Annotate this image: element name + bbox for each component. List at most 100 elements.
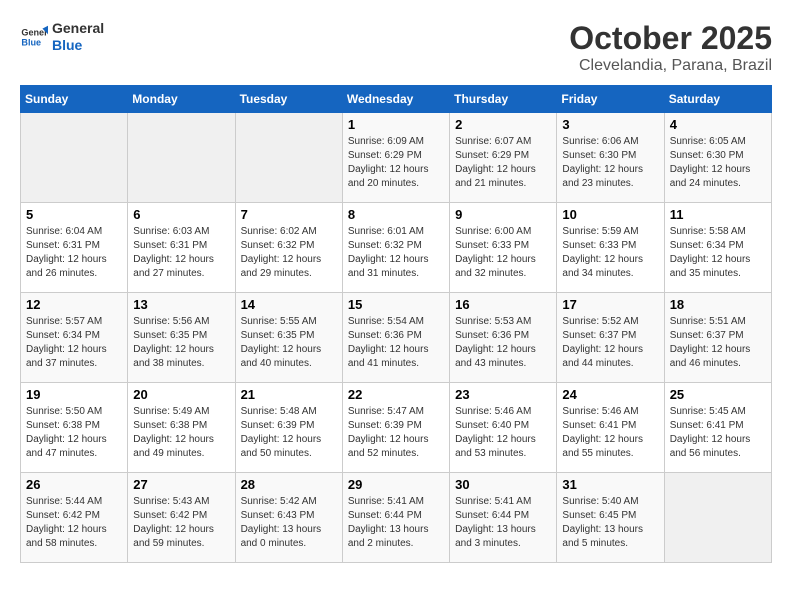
day-info: Sunrise: 6:04 AM Sunset: 6:31 PM Dayligh…: [26, 225, 122, 281]
day-info: Sunrise: 5:43 AM Sunset: 6:42 PM Dayligh…: [133, 495, 229, 551]
day-info: Sunrise: 5:53 AM Sunset: 6:36 PM Dayligh…: [455, 315, 551, 371]
calendar-cell: 7Sunrise: 6:02 AM Sunset: 6:32 PM Daylig…: [235, 203, 342, 293]
calendar-cell: [21, 113, 128, 203]
calendar-cell: [128, 113, 235, 203]
calendar-cell: 10 Sunrise: 5:59 AM Sunset: 6:33 PM Dayli…: [557, 203, 664, 293]
calendar-cell: 8Sunrise: 6:01 AM Sunset: 6:32 PM Daylig…: [342, 203, 449, 293]
calendar-cell: 28 Sunrise: 5:42 AM Sunset: 6:43 PM Dayli…: [235, 473, 342, 563]
calendar-cell: 2Sunrise: 6:07 AM Sunset: 6:29 PM Daylig…: [450, 113, 557, 203]
day-number: 7: [241, 207, 337, 222]
logo-text-general: General: [52, 20, 104, 37]
day-info: Sunrise: 5:56 AM Sunset: 6:35 PM Dayligh…: [133, 315, 229, 371]
weekday-header-sunday: Sunday: [21, 86, 128, 113]
calendar-cell: [235, 113, 342, 203]
day-info: Sunrise: 5:58 AM Sunset: 6:34 PM Dayligh…: [670, 225, 766, 281]
calendar-cell: 26 Sunrise: 5:44 AM Sunset: 6:42 PM Dayli…: [21, 473, 128, 563]
day-info: Sunrise: 5:48 AM Sunset: 6:39 PM Dayligh…: [241, 405, 337, 461]
day-number: 27: [133, 477, 229, 492]
day-number: 6: [133, 207, 229, 222]
day-number: 24: [562, 387, 658, 402]
calendar-cell: 24 Sunrise: 5:46 AM Sunset: 6:41 PM Dayli…: [557, 383, 664, 473]
calendar-cell: 17 Sunrise: 5:52 AM Sunset: 6:37 PM Dayli…: [557, 293, 664, 383]
day-number: 30: [455, 477, 551, 492]
weekday-header-friday: Friday: [557, 86, 664, 113]
calendar-cell: 25Sunrise: 5:45 AM Sunset: 6:41 PM Dayli…: [664, 383, 771, 473]
day-info: Sunrise: 5:46 AM Sunset: 6:41 PM Dayligh…: [562, 405, 658, 461]
weekday-header-wednesday: Wednesday: [342, 86, 449, 113]
day-number: 14: [241, 297, 337, 312]
day-info: Sunrise: 6:03 AM Sunset: 6:31 PM Dayligh…: [133, 225, 229, 281]
week-row-5: 26 Sunrise: 5:44 AM Sunset: 6:42 PM Dayli…: [21, 473, 772, 563]
day-number: 26: [26, 477, 122, 492]
logo-icon: General Blue: [20, 23, 48, 51]
day-number: 2: [455, 117, 551, 132]
day-info: Sunrise: 6:06 AM Sunset: 6:30 PM Dayligh…: [562, 135, 658, 191]
day-info: Sunrise: 5:51 AM Sunset: 6:37 PM Dayligh…: [670, 315, 766, 371]
day-info: Sunrise: 5:59 AM Sunset: 6:33 PM Dayligh…: [562, 225, 658, 281]
day-number: 16: [455, 297, 551, 312]
calendar-cell: 18 Sunrise: 5:51 AM Sunset: 6:37 PM Dayli…: [664, 293, 771, 383]
day-info: Sunrise: 5:57 AM Sunset: 6:34 PM Dayligh…: [26, 315, 122, 371]
calendar-title: October 2025: [569, 20, 772, 57]
day-number: 25: [670, 387, 766, 402]
day-info: Sunrise: 6:09 AM Sunset: 6:29 PM Dayligh…: [348, 135, 444, 191]
calendar-cell: 19Sunrise: 5:50 AM Sunset: 6:38 PM Dayli…: [21, 383, 128, 473]
weekday-header-tuesday: Tuesday: [235, 86, 342, 113]
day-info: Sunrise: 5:49 AM Sunset: 6:38 PM Dayligh…: [133, 405, 229, 461]
calendar-body: 1Sunrise: 6:09 AM Sunset: 6:29 PM Daylig…: [21, 113, 772, 563]
day-info: Sunrise: 5:42 AM Sunset: 6:43 PM Dayligh…: [241, 495, 337, 551]
day-number: 8: [348, 207, 444, 222]
day-number: 21: [241, 387, 337, 402]
day-number: 5: [26, 207, 122, 222]
day-number: 4: [670, 117, 766, 132]
day-number: 18: [670, 297, 766, 312]
day-info: Sunrise: 5:44 AM Sunset: 6:42 PM Dayligh…: [26, 495, 122, 551]
day-info: Sunrise: 5:47 AM Sunset: 6:39 PM Dayligh…: [348, 405, 444, 461]
day-info: Sunrise: 5:41 AM Sunset: 6:44 PM Dayligh…: [348, 495, 444, 551]
calendar-header: SundayMondayTuesdayWednesdayThursdayFrid…: [21, 86, 772, 113]
calendar-cell: 14Sunrise: 5:55 AM Sunset: 6:35 PM Dayli…: [235, 293, 342, 383]
calendar-cell: 27 Sunrise: 5:43 AM Sunset: 6:42 PM Dayli…: [128, 473, 235, 563]
week-row-2: 5 Sunrise: 6:04 AM Sunset: 6:31 PM Daylig…: [21, 203, 772, 293]
week-row-3: 12 Sunrise: 5:57 AM Sunset: 6:34 PM Dayli…: [21, 293, 772, 383]
day-info: Sunrise: 5:52 AM Sunset: 6:37 PM Dayligh…: [562, 315, 658, 371]
calendar-cell: 13 Sunrise: 5:56 AM Sunset: 6:35 PM Dayli…: [128, 293, 235, 383]
logo-text-blue: Blue: [52, 37, 104, 54]
calendar-cell: 3 Sunrise: 6:06 AM Sunset: 6:30 PM Daylig…: [557, 113, 664, 203]
calendar-cell: 9 Sunrise: 6:00 AM Sunset: 6:33 PM Daylig…: [450, 203, 557, 293]
calendar-cell: 23 Sunrise: 5:46 AM Sunset: 6:40 PM Dayli…: [450, 383, 557, 473]
day-number: 3: [562, 117, 658, 132]
day-number: 13: [133, 297, 229, 312]
calendar-table: SundayMondayTuesdayWednesdayThursdayFrid…: [20, 85, 772, 563]
day-number: 10: [562, 207, 658, 222]
day-number: 31: [562, 477, 658, 492]
day-number: 28: [241, 477, 337, 492]
day-info: Sunrise: 6:00 AM Sunset: 6:33 PM Dayligh…: [455, 225, 551, 281]
day-number: 23: [455, 387, 551, 402]
calendar-cell: 12 Sunrise: 5:57 AM Sunset: 6:34 PM Dayli…: [21, 293, 128, 383]
day-info: Sunrise: 5:40 AM Sunset: 6:45 PM Dayligh…: [562, 495, 658, 551]
calendar-cell: [664, 473, 771, 563]
calendar-cell: 29 Sunrise: 5:41 AM Sunset: 6:44 PM Dayli…: [342, 473, 449, 563]
calendar-cell: 4 Sunrise: 6:05 AM Sunset: 6:30 PM Daylig…: [664, 113, 771, 203]
week-row-4: 19Sunrise: 5:50 AM Sunset: 6:38 PM Dayli…: [21, 383, 772, 473]
calendar-subtitle: Clevelandia, Parana, Brazil: [569, 57, 772, 75]
header: General Blue General Blue October 2025 C…: [20, 20, 772, 75]
day-number: 9: [455, 207, 551, 222]
calendar-cell: 6 Sunrise: 6:03 AM Sunset: 6:31 PM Daylig…: [128, 203, 235, 293]
day-info: Sunrise: 6:05 AM Sunset: 6:30 PM Dayligh…: [670, 135, 766, 191]
day-info: Sunrise: 5:46 AM Sunset: 6:40 PM Dayligh…: [455, 405, 551, 461]
day-number: 29: [348, 477, 444, 492]
calendar-cell: 1Sunrise: 6:09 AM Sunset: 6:29 PM Daylig…: [342, 113, 449, 203]
calendar-cell: 16 Sunrise: 5:53 AM Sunset: 6:36 PM Dayli…: [450, 293, 557, 383]
title-area: October 2025 Clevelandia, Parana, Brazil: [569, 20, 772, 75]
calendar-cell: 21 Sunrise: 5:48 AM Sunset: 6:39 PM Dayli…: [235, 383, 342, 473]
day-number: 19: [26, 387, 122, 402]
day-number: 11: [670, 207, 766, 222]
day-info: Sunrise: 5:41 AM Sunset: 6:44 PM Dayligh…: [455, 495, 551, 551]
day-number: 12: [26, 297, 122, 312]
calendar-cell: 22Sunrise: 5:47 AM Sunset: 6:39 PM Dayli…: [342, 383, 449, 473]
logo: General Blue General Blue: [20, 20, 104, 54]
calendar-cell: 15Sunrise: 5:54 AM Sunset: 6:36 PM Dayli…: [342, 293, 449, 383]
day-number: 17: [562, 297, 658, 312]
